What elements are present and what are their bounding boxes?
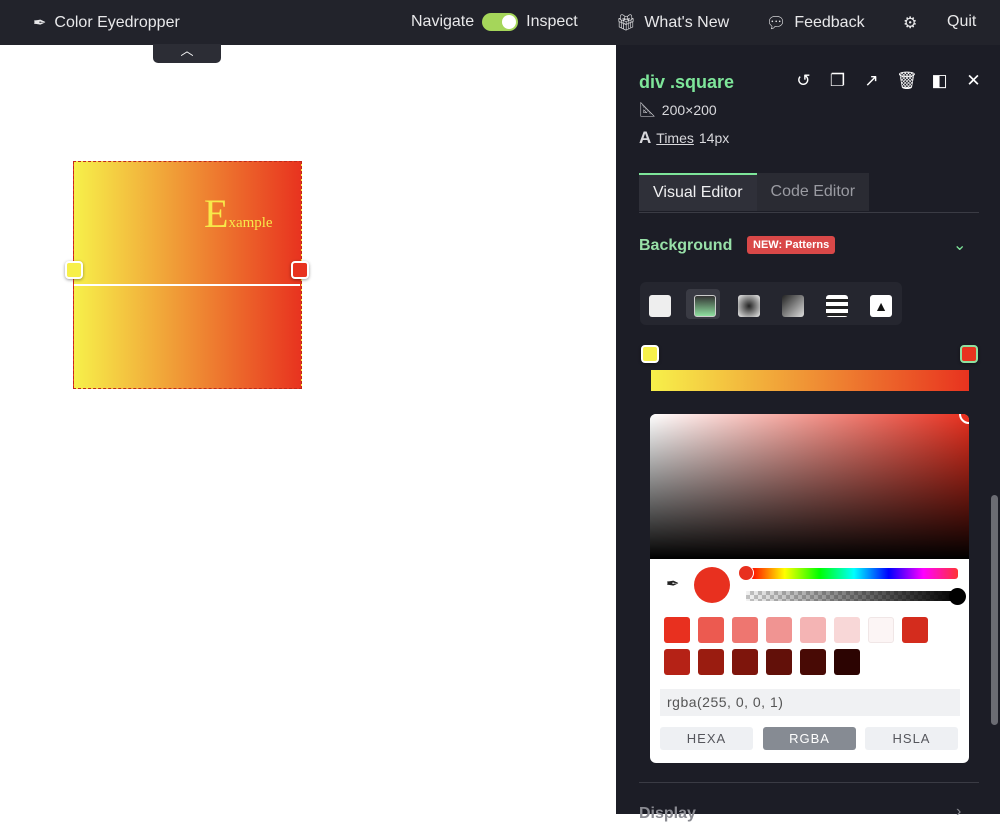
example-small: xample (228, 215, 273, 231)
element-font: A Times 14px (639, 128, 729, 148)
canvas-gradient-stop-start[interactable] (65, 261, 83, 279)
quit-label: Quit (947, 13, 977, 30)
font-icon: A (639, 128, 652, 147)
image-type-button[interactable]: ▲ (862, 289, 896, 319)
background-section-title[interactable]: Background (639, 237, 732, 255)
format-hexa-button[interactable]: HEXA (660, 727, 753, 750)
dock-panel-icon[interactable]: ◧ (930, 71, 949, 91)
feedback-label: Feedback (794, 14, 865, 31)
color-swatch[interactable] (834, 649, 860, 675)
background-type-selector: ▲ (640, 282, 902, 325)
gradient-line (74, 284, 300, 286)
ruler-icon: 📐︎ (639, 101, 657, 117)
chevron-down-icon[interactable]: ⌄ (953, 235, 966, 255)
eyedropper-icon: ✒ (33, 15, 47, 32)
conic-gradient-type-button[interactable] (774, 289, 808, 319)
size-value: 200×200 (661, 101, 717, 118)
top-bar: ✒ Color Eyedropper Navigate Inspect 🎁︎ What… (0, 0, 1000, 45)
undo-icon[interactable]: ↺ (794, 71, 813, 91)
gradient-stop-end[interactable] (960, 345, 978, 363)
divider (639, 782, 979, 783)
radial-gradient-type-button[interactable] (730, 289, 764, 319)
settings-button[interactable]: ⚙ (903, 13, 917, 33)
mode-switch[interactable] (482, 13, 519, 31)
format-hsla-button[interactable]: HSLA (865, 727, 958, 750)
display-section-title[interactable]: Display (639, 805, 696, 823)
example-text: Example (204, 190, 273, 237)
color-picker: ✒ rgba(255, 0, 0, 1) HEXA RGBA HSLA (650, 414, 969, 763)
whats-new-label: What's New (644, 14, 730, 31)
color-swatch[interactable] (834, 617, 860, 643)
tab-code-editor[interactable]: Code Editor (756, 173, 870, 211)
chevron-right-icon[interactable]: › (956, 803, 961, 821)
navigate-label: Navigate (411, 13, 475, 30)
tab-visual-editor[interactable]: Visual Editor (639, 173, 757, 211)
eyedropper-icon[interactable]: ✒ (666, 574, 679, 594)
example-big: E (204, 191, 229, 236)
close-icon[interactable]: ✕ (964, 71, 983, 91)
color-swatch[interactable] (698, 617, 724, 643)
solid-type-button[interactable] (641, 289, 675, 319)
collapse-toolbar-button[interactable]: ︿ (153, 44, 221, 63)
feedback-button[interactable]: 💬︎ Feedback (766, 13, 865, 33)
divider (639, 212, 979, 213)
color-swatch[interactable] (664, 617, 690, 643)
color-value-input[interactable]: rgba(255, 0, 0, 1) (660, 689, 960, 716)
color-swatch[interactable] (732, 617, 758, 643)
gear-icon: ⚙ (903, 15, 918, 32)
hue-handle[interactable] (738, 565, 754, 581)
trash-icon[interactable]: 🗑︎ (896, 71, 918, 91)
quit-button[interactable]: Quit (947, 13, 976, 31)
app-name: Color Eyedropper (54, 14, 180, 31)
element-selector: div .square (639, 72, 735, 92)
comments-icon: 💬︎ (766, 15, 787, 32)
color-swatch[interactable] (664, 649, 690, 675)
color-swatch[interactable] (698, 649, 724, 675)
whats-new-button[interactable]: 🎁︎ What's New (616, 13, 729, 33)
image-icon: ▲ (870, 295, 892, 317)
chevron-up-icon: ︿ (180, 43, 194, 58)
color-swatch[interactable] (902, 617, 928, 643)
color-swatch[interactable] (868, 617, 894, 643)
panel-scrollbar[interactable] (991, 495, 998, 725)
mode-toggle[interactable]: Navigate Inspect (411, 13, 578, 31)
color-swatch[interactable] (766, 617, 792, 643)
hue-slider[interactable] (750, 568, 958, 579)
saturation-area[interactable] (650, 414, 969, 559)
alpha-slider[interactable] (746, 591, 958, 601)
font-name-link[interactable]: Times (656, 130, 694, 146)
element-size: 📐︎ 200×200 (639, 101, 717, 118)
alpha-handle[interactable] (949, 588, 966, 605)
pattern-type-button[interactable] (818, 289, 852, 319)
editor-tabs: Visual Editor Code Editor (639, 173, 870, 211)
color-swatch[interactable] (732, 649, 758, 675)
app-title: ✒ Color Eyedropper (33, 13, 180, 33)
canvas-gradient-stop-end[interactable] (291, 261, 309, 279)
inspect-label: Inspect (526, 13, 578, 30)
gradient-stop-start[interactable] (641, 345, 659, 363)
color-swatch[interactable] (800, 649, 826, 675)
font-size: 14px (698, 130, 730, 146)
linear-gradient-type-button[interactable] (686, 289, 720, 319)
new-patterns-badge: NEW: Patterns (747, 236, 836, 254)
current-color-preview (694, 567, 730, 603)
inspected-square[interactable]: Example (73, 161, 302, 389)
color-swatch[interactable] (800, 617, 826, 643)
external-link-icon[interactable]: ↗ (862, 71, 881, 91)
color-swatch[interactable] (766, 649, 792, 675)
copy-icon[interactable]: ❐ (828, 71, 847, 91)
inspector-panel: div .square ↺ ❐ ↗ 🗑︎ ◧ ✕ 📐︎ 200×200 A Time… (616, 45, 1000, 822)
format-rgba-button[interactable]: RGBA (763, 727, 856, 750)
gradient-preview-bar[interactable] (651, 370, 969, 391)
gift-icon: 🎁︎ (616, 15, 637, 32)
panel-toolbar: ↺ ❐ ↗ 🗑︎ ◧ ✕ (794, 71, 983, 91)
